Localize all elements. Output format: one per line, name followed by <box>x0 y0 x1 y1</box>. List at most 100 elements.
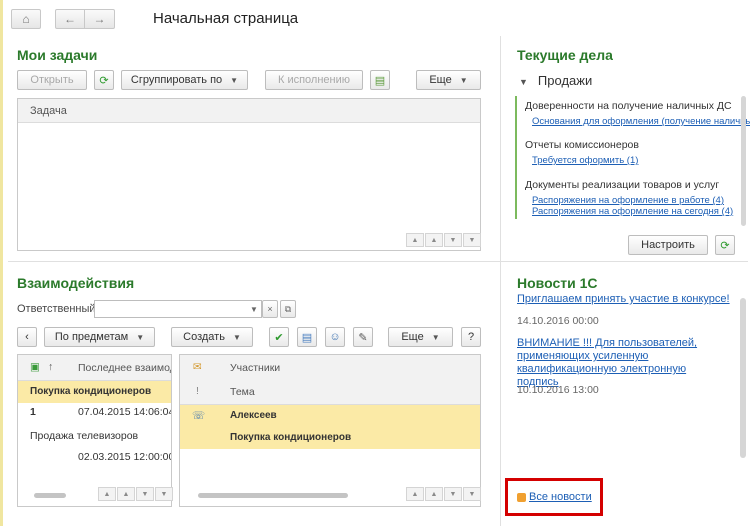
subject-name: Покупка кондиционеров <box>30 386 152 397</box>
group-by-button[interactable]: Сгруппировать по ▼ <box>121 70 248 90</box>
responsible-field[interactable] <box>94 300 262 318</box>
first-page-icon[interactable]: ▲ <box>406 487 424 501</box>
importance-icon: ! <box>196 385 199 397</box>
interactions-table-navigation: ▲ ▲ ▼ ▼ <box>406 487 481 501</box>
last-interaction-date: 02.03.2015 12:00:00 <box>78 451 172 463</box>
document-button[interactable]: ▤ <box>297 327 317 347</box>
by-subjects-button[interactable]: По предметам ▼ <box>44 327 155 347</box>
create-label: Создать <box>183 331 225 343</box>
user-icon: ☺ <box>329 331 341 343</box>
user-button[interactable]: ☺ <box>325 327 345 347</box>
navigation-bar: ⌂ ← → <box>11 8 115 30</box>
back-button[interactable]: ← <box>55 9 85 29</box>
interactions-table[interactable]: ✉ Участники ! Тема ☏ Алексеев Покупка ко… <box>179 354 481 507</box>
interactions-title: Взаимодействия <box>17 275 135 291</box>
last-page-icon[interactable]: ▼ <box>463 233 481 247</box>
news-title: Новости 1С <box>517 275 598 291</box>
interactions-table-header <box>180 355 480 405</box>
phone-call-icon: ☏ <box>192 410 206 422</box>
first-page-icon[interactable]: ▲ <box>98 487 116 501</box>
chevron-left-icon: ‹ <box>25 331 29 343</box>
news-item-link[interactable]: Приглашаем принять участие в конкурсе! <box>517 293 732 306</box>
subject-name[interactable]: Продажа телевизоров <box>30 430 138 442</box>
forward-button[interactable]: → <box>85 9 115 29</box>
create-button[interactable]: Создать ▼ <box>171 327 253 347</box>
help-label: ? <box>467 331 475 343</box>
affair-title: Доверенности на получение наличных ДС <box>525 100 732 112</box>
participant-name: Алексеев <box>230 410 277 421</box>
my-tasks-title: Мои задачи <box>17 47 98 63</box>
subjects-table-navigation: ▲ ▲ ▼ ▼ <box>98 487 173 501</box>
column-last-interaction[interactable]: Последнее взаимод <box>78 362 171 374</box>
tasks-table[interactable]: Задача <box>17 98 481 251</box>
pencil-icon: ✎ <box>358 331 368 344</box>
tasks-report-button[interactable]: ▤ <box>370 70 390 90</box>
all-news-callout: Все новости <box>505 478 603 516</box>
refresh-affairs-button[interactable]: ⟳ <box>715 235 735 255</box>
prev-page-icon[interactable]: ▲ <box>425 487 443 501</box>
chevron-down-icon: ▼ <box>519 77 528 87</box>
tasks-table-navigation: ▲ ▲ ▼ ▼ <box>406 233 481 247</box>
first-page-icon[interactable]: ▲ <box>406 233 424 247</box>
chevron-down-icon: ▼ <box>230 75 239 85</box>
affair-title: Отчеты комиссионеров <box>525 139 639 151</box>
affair-link[interactable]: Основания для оформления (получение нали… <box>532 116 750 127</box>
subjects-scrollbar[interactable] <box>34 493 66 498</box>
chevron-down-icon: ▼ <box>431 332 440 342</box>
news-item-date: 14.10.2016 00:00 <box>517 315 599 327</box>
configure-button[interactable]: Настроить <box>628 235 708 255</box>
last-page-icon[interactable]: ▼ <box>155 487 173 501</box>
all-news-link[interactable]: Все новости <box>529 491 592 503</box>
news-item-link[interactable]: ВНИМАНИЕ !!! Для пользователей, применяю… <box>517 337 727 389</box>
affair-title: Документы реализации товаров и услуг <box>525 179 720 191</box>
more-label: Еще <box>401 331 424 343</box>
help-button[interactable]: ? <box>461 327 481 347</box>
affair-link[interactable]: Распоряжения на оформление в работе (4) <box>532 195 724 206</box>
clear-icon[interactable]: × <box>262 300 278 318</box>
group-by-label: Сгруппировать по <box>130 74 223 86</box>
subject-icon: ▣ <box>30 361 40 373</box>
open-icon[interactable]: ⧉ <box>280 300 296 318</box>
history-buttons: ← → <box>55 9 115 29</box>
home-icon: ⌂ <box>22 12 30 26</box>
last-page-icon[interactable]: ▼ <box>463 487 481 501</box>
affair-link[interactable]: Требуется оформить (1) <box>532 155 638 166</box>
sort-asc-icon[interactable]: ↑ <box>48 361 53 373</box>
to-execution-button[interactable]: К исполнению <box>265 70 363 90</box>
arrow-left-icon: ← <box>64 12 76 26</box>
column-participants[interactable]: Участники <box>230 362 280 374</box>
subjects-table[interactable]: ▣ ↑ Последнее взаимод Покупка кондиционе… <box>17 354 172 507</box>
prev-page-icon[interactable]: ▲ <box>425 233 443 247</box>
news-scrollbar[interactable] <box>740 298 746 458</box>
refresh-tasks-button[interactable]: ⟳ <box>94 70 114 90</box>
prev-page-icon[interactable]: ▲ <box>117 487 135 501</box>
page-title: Начальная страница <box>153 10 299 27</box>
vertical-divider <box>500 36 501 526</box>
column-subject[interactable]: Тема <box>230 386 255 398</box>
check-icon: ✔ <box>274 331 284 344</box>
tasks-more-button[interactable]: Еще ▼ <box>416 70 481 90</box>
collapse-button[interactable]: ‹ <box>17 327 37 347</box>
affair-link[interactable]: Распоряжения на оформление на сегодня (4… <box>532 206 733 217</box>
envelope-icon: ✉ <box>193 361 202 373</box>
chevron-down-icon[interactable]: ▼ <box>246 300 262 318</box>
current-affairs-scrollbar[interactable] <box>741 96 746 226</box>
home-button[interactable]: ⌂ <box>11 9 41 29</box>
open-button-label: Открыть <box>30 74 74 86</box>
column-task: Задача <box>30 104 67 117</box>
sales-group[interactable]: ▼ Продажи <box>519 73 592 88</box>
next-page-icon[interactable]: ▼ <box>444 487 462 501</box>
chevron-down-icon: ▼ <box>459 75 468 85</box>
current-affairs-title: Текущие дела <box>517 47 613 63</box>
interactions-more-button[interactable]: Еще ▼ <box>388 327 453 347</box>
to-execution-label: К исполнению <box>277 74 351 86</box>
arrow-right-icon: → <box>93 12 106 26</box>
open-button[interactable]: Открыть <box>17 70 87 90</box>
configure-label: Настроить <box>641 239 695 251</box>
tasks-table-header: Задача <box>18 99 480 123</box>
check-button[interactable]: ✔ <box>269 327 289 347</box>
next-page-icon[interactable]: ▼ <box>136 487 154 501</box>
interactions-scrollbar[interactable] <box>198 493 348 498</box>
next-page-icon[interactable]: ▼ <box>444 233 462 247</box>
write-button[interactable]: ✎ <box>353 327 373 347</box>
